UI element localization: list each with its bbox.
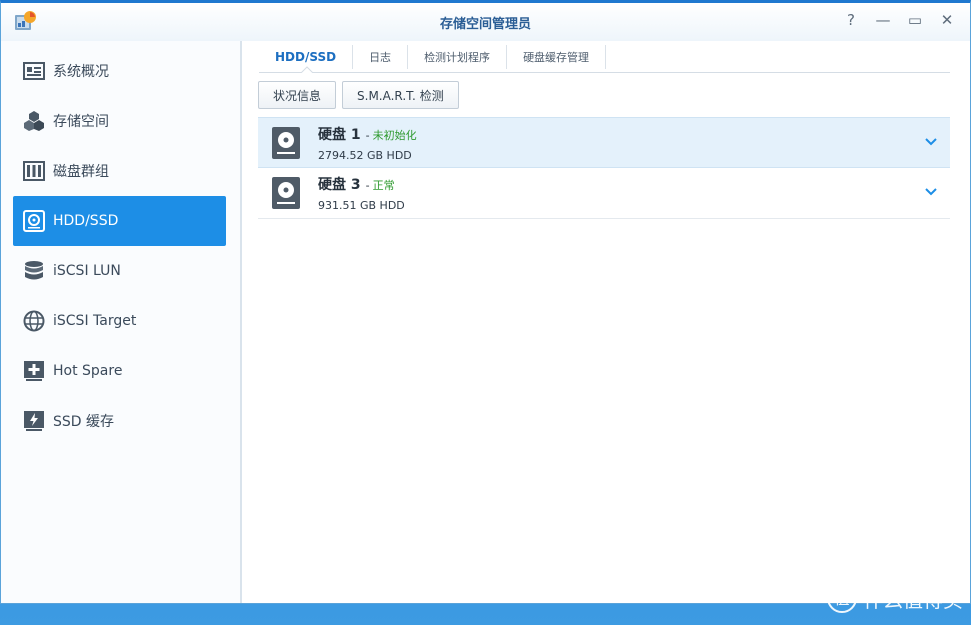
ssd-cache-icon: [24, 411, 44, 431]
sidebar-item-iscsi-target[interactable]: iSCSI Target: [13, 296, 226, 346]
sidebar-item-disk-group[interactable]: 磁盘群组: [13, 146, 226, 196]
storage-cubes-icon: [24, 111, 44, 131]
disk-title-line: 硬盘 1 - 未初始化: [318, 124, 417, 144]
sidebar-item-ssd-cache[interactable]: SSD 缓存: [13, 396, 226, 446]
disk-list: 硬盘 1 - 未初始化 2794.52 GB HDD 硬盘 3 - 正常 931…: [258, 117, 950, 219]
sidebar-item-label: Hot Spare: [53, 363, 123, 379]
watermark-badge: 值: [827, 583, 857, 613]
window-title: 存储空间管理员: [439, 16, 531, 32]
tab-label: HDD/SSD: [275, 50, 337, 64]
maximize-button[interactable]: ▭: [906, 11, 924, 29]
storage-manager-app-icon: [15, 11, 36, 30]
sidebar-item-iscsi-lun[interactable]: iSCSI LUN: [13, 246, 226, 296]
watermark-text: 什么值得买: [863, 587, 963, 612]
watermark: 值 什么值得买: [827, 583, 963, 613]
disk-info: 硬盘 1 - 未初始化 2794.52 GB HDD: [318, 124, 417, 162]
overview-icon: [23, 62, 45, 80]
minimize-button[interactable]: —: [874, 11, 892, 29]
disk-title-line: 硬盘 3 - 正常: [318, 174, 405, 194]
sidebar-item-hdd-ssd[interactable]: HDD/SSD: [13, 196, 226, 246]
disk-name: 硬盘 1: [318, 126, 361, 143]
disk-info: 硬盘 3 - 正常 931.51 GB HDD: [318, 174, 405, 212]
disk-separator: -: [365, 179, 370, 192]
active-tab-pointer: [301, 66, 313, 73]
globe-icon: [23, 310, 45, 332]
help-button[interactable]: ?: [842, 11, 860, 29]
disk-status: 正常: [372, 179, 395, 192]
smart-test-button[interactable]: S.M.A.R.T. 检测: [342, 81, 459, 109]
disk-separator: -: [365, 128, 370, 142]
sidebar-item-overview[interactable]: 系统概况: [13, 46, 226, 96]
disk-status: 未初始化: [372, 128, 417, 142]
disk-row-3[interactable]: 硬盘 3 - 正常 931.51 GB HDD: [258, 168, 950, 219]
tab-log[interactable]: 日志: [353, 45, 409, 69]
sidebar-item-label: HDD/SSD: [53, 213, 119, 229]
status-info-button[interactable]: 状况信息: [258, 81, 337, 109]
body-area: 系统概况 存储空间 磁盘群组 HDD/SSD iSCSI LUN iSCSI T…: [1, 41, 970, 603]
tab-label: 硬盘缓存管理: [523, 51, 590, 64]
sidebar-item-storage[interactable]: 存储空间: [13, 96, 226, 146]
title-bar[interactable]: 存储空间管理员 ? — ▭ ✕: [1, 3, 970, 41]
disk-size: 2794.52 GB HDD: [318, 148, 412, 162]
disk-group-icon: [23, 161, 45, 181]
window-controls: ? — ▭ ✕: [842, 11, 956, 29]
tab-label: 日志: [369, 51, 392, 64]
sidebar-item-label: iSCSI LUN: [53, 263, 121, 279]
tab-test-scheduler[interactable]: 检测计划程序: [408, 45, 508, 69]
main-panel: HDD/SSD 日志 检测计划程序 硬盘缓存管理 状况信息 S.M.A.R.T.…: [242, 41, 970, 603]
database-icon: [25, 261, 43, 280]
sidebar-item-hot-spare[interactable]: Hot Spare: [13, 346, 226, 396]
disk-size: 931.51 GB HDD: [318, 199, 405, 212]
sidebar-item-label: 磁盘群组: [53, 164, 109, 180]
close-button[interactable]: ✕: [938, 11, 956, 29]
sidebar-item-label: 系统概况: [53, 64, 109, 80]
sidebar: 系统概况 存储空间 磁盘群组 HDD/SSD iSCSI LUN iSCSI T…: [1, 41, 242, 603]
chevron-down-icon[interactable]: [924, 135, 938, 149]
hdd-icon: [23, 210, 45, 232]
toolbar: 状况信息 S.M.A.R.T. 检测: [258, 81, 950, 109]
sidebar-item-label: iSCSI Target: [53, 313, 137, 329]
sidebar-item-label: 存储空间: [53, 114, 109, 130]
storage-manager-window: 存储空间管理员 ? — ▭ ✕ 系统概况 存储空间 磁盘群组 HDD/SSD i…: [0, 0, 971, 604]
tab-label: 检测计划程序: [424, 51, 491, 64]
sidebar-item-label: SSD 缓存: [53, 414, 115, 430]
hot-spare-icon: [24, 361, 44, 381]
disk-name: 硬盘 3: [318, 177, 361, 193]
hard-disk-icon: [272, 177, 300, 209]
hard-disk-icon: [272, 126, 300, 159]
tab-disk-cache-management[interactable]: 硬盘缓存管理: [507, 45, 607, 69]
chevron-down-icon[interactable]: [924, 185, 938, 199]
tab-bar: HDD/SSD 日志 检测计划程序 硬盘缓存管理: [259, 41, 950, 73]
disk-row-1[interactable]: 硬盘 1 - 未初始化 2794.52 GB HDD: [258, 117, 950, 168]
